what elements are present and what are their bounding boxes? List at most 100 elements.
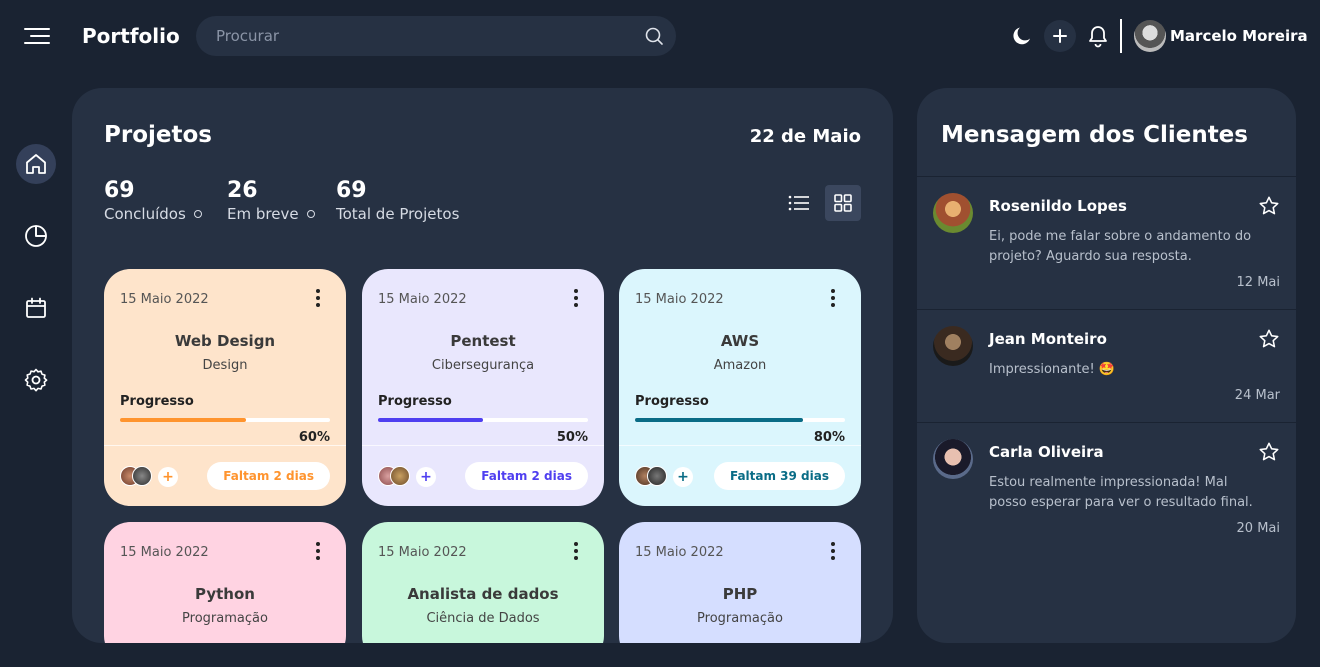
more-options-icon[interactable] (566, 540, 586, 562)
message-item[interactable]: Carla Oliveira Estou realmente impressio… (917, 423, 1296, 555)
more-options-icon[interactable] (823, 540, 843, 562)
list-view-button[interactable] (781, 185, 817, 221)
stat-label: Total de Projetos (336, 205, 460, 223)
avatar (647, 466, 667, 486)
card-divider (104, 445, 346, 446)
card-date: 15 Maio 2022 (120, 292, 209, 307)
deadline-badge: Faltam 2 dias (465, 462, 588, 490)
page-title: Projetos (104, 122, 212, 148)
dark-mode-toggle[interactable] (1006, 20, 1038, 52)
deadline-badge: Faltam 39 dias (713, 462, 845, 490)
avatar (933, 193, 973, 233)
stat-value: 69 (104, 178, 135, 203)
user-name: Marcelo Moreira (1170, 27, 1308, 45)
more-options-icon[interactable] (823, 287, 843, 309)
circle-icon (193, 210, 202, 218)
add-participant-button[interactable]: + (673, 467, 693, 487)
current-date: 22 de Maio (749, 126, 861, 147)
plus-icon (1053, 29, 1067, 43)
avatar (132, 466, 152, 486)
sidebar-item-stats[interactable] (16, 216, 56, 256)
stat-upcoming: 26 Em breve (227, 178, 315, 223)
card-category: Design (202, 358, 248, 373)
participants (378, 466, 418, 486)
message-item[interactable]: Rosenildo Lopes Ei, pode me falar sobre … (917, 177, 1296, 309)
more-options-icon[interactable] (566, 287, 586, 309)
app-title: Portfolio (82, 24, 180, 48)
sidebar-item-calendar[interactable] (16, 288, 56, 328)
add-participant-button[interactable]: + (158, 467, 178, 487)
card-date: 15 Maio 2022 (635, 292, 724, 307)
more-options-icon[interactable] (308, 540, 328, 562)
search-bar (196, 16, 676, 56)
star-icon[interactable] (1258, 195, 1280, 217)
add-participant-button[interactable]: + (416, 467, 436, 487)
user-profile[interactable]: Marcelo Moreira (1134, 20, 1308, 52)
progress-label: Progresso (635, 394, 709, 409)
search-icon[interactable] (644, 26, 664, 46)
deadline-badge: Faltam 2 dias (207, 462, 330, 490)
sender-name: Rosenildo Lopes (989, 197, 1127, 215)
sidebar-item-settings[interactable] (16, 360, 56, 400)
message-date: 20 Mai (1236, 521, 1280, 536)
card-divider (362, 445, 604, 446)
progress-label: Progresso (378, 394, 452, 409)
card-date: 15 Maio 2022 (120, 545, 209, 560)
message-date: 12 Mai (1236, 275, 1280, 290)
stat-completed: 69 Concluídos (104, 178, 202, 223)
stat-total: 69 Total de Projetos (336, 178, 459, 223)
stat-label: Em breve (227, 205, 299, 223)
stat-value: 26 (227, 178, 258, 203)
card-title: Web Design (174, 332, 276, 350)
add-button[interactable] (1044, 20, 1076, 52)
messages-title: Mensagem dos Clientes (941, 122, 1248, 148)
star-icon[interactable] (1258, 441, 1280, 463)
progress-bar (378, 418, 588, 422)
progress-percent: 50% (556, 430, 588, 445)
project-card[interactable]: 15 Maio 2022 Analista de dados Ciência d… (362, 522, 604, 643)
card-date: 15 Maio 2022 (378, 545, 467, 560)
search-input[interactable] (216, 16, 636, 56)
avatar (933, 326, 973, 366)
top-bar: Portfolio Marcelo Moreira (0, 0, 1320, 72)
card-title: PHP (722, 585, 758, 603)
progress-label: Progresso (120, 394, 194, 409)
progress-fill (378, 418, 483, 422)
message-text: Ei, pode me falar sobre o andamento do p… (989, 229, 1252, 264)
project-card[interactable]: 15 Maio 2022 Pentest Cibersegurança Prog… (362, 269, 604, 506)
header-divider (1120, 19, 1122, 53)
gear-icon (24, 368, 48, 392)
card-category: Cibersegurança (431, 358, 535, 373)
card-category: Programação (182, 611, 268, 626)
progress-fill (635, 418, 803, 422)
grid-view-button[interactable] (825, 185, 861, 221)
message-item[interactable]: Jean Monteiro Impressionante! 🤩 24 Mar (917, 310, 1296, 422)
card-date: 15 Maio 2022 (635, 545, 724, 560)
project-card[interactable]: 15 Maio 2022 PHP Programação (619, 522, 861, 643)
card-title: AWS (720, 332, 760, 350)
message-text: Estou realmente impressionada! Mal posso… (989, 475, 1253, 510)
progress-percent: 60% (298, 430, 330, 445)
pie-chart-icon (25, 225, 47, 247)
card-category: Ciência de Dados (426, 611, 540, 626)
sidebar-item-home[interactable] (16, 144, 56, 184)
sender-name: Carla Oliveira (989, 443, 1104, 461)
sender-name: Jean Monteiro (989, 330, 1107, 348)
bell-icon (1089, 26, 1107, 48)
more-options-icon[interactable] (308, 287, 328, 309)
card-title: Pentest (450, 332, 516, 350)
circle-icon (306, 210, 315, 218)
card-title: Analista de dados (407, 585, 559, 603)
participants (635, 466, 675, 486)
star-icon[interactable] (1258, 328, 1280, 350)
calendar-icon (26, 297, 46, 318)
card-date: 15 Maio 2022 (378, 292, 467, 307)
project-card[interactable]: 15 Maio 2022 Python Programação (104, 522, 346, 643)
message-text: Impressionante! 🤩 (989, 362, 1115, 377)
notifications-button[interactable] (1082, 20, 1114, 52)
project-card[interactable]: 15 Maio 2022 Web Design Design Progresso… (104, 269, 346, 506)
project-card[interactable]: 15 Maio 2022 AWS Amazon Progresso 80% + … (619, 269, 861, 506)
moon-icon (1013, 27, 1030, 45)
menu-icon[interactable] (22, 24, 52, 48)
message-date: 24 Mar (1234, 388, 1280, 403)
